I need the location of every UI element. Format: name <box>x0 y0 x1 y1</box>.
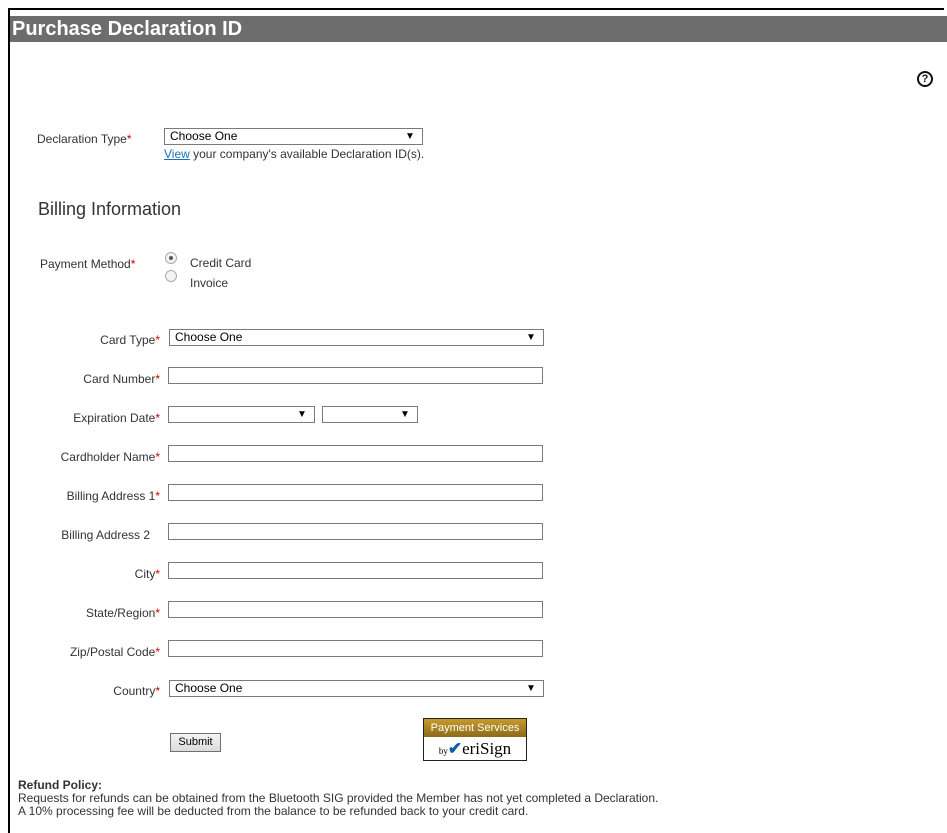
expiration-year-select[interactable]: ▼ <box>322 406 418 423</box>
declaration-type-select[interactable]: Choose One ▼ <box>164 128 423 145</box>
country-select[interactable]: Choose One ▼ <box>169 680 544 697</box>
card-number-label: Card Number* <box>83 372 160 386</box>
expiration-month-select[interactable]: ▼ <box>168 406 315 423</box>
billing-address-2-input[interactable] <box>168 523 543 540</box>
checkmark-icon: ✔ <box>447 739 463 758</box>
invoice-radio[interactable] <box>165 270 177 282</box>
billing-address-2-label: Billing Address 2 <box>61 528 150 542</box>
expiration-date-label: Expiration Date* <box>73 411 160 425</box>
page-title: Purchase Declaration ID <box>10 16 947 42</box>
submit-button[interactable]: Submit <box>170 733 221 752</box>
zip-postal-code-input[interactable] <box>168 640 543 657</box>
chevron-down-icon: ▼ <box>526 332 536 343</box>
card-type-select[interactable]: Choose One ▼ <box>169 329 544 346</box>
refund-policy: Refund Policy: Requests for refunds can … <box>18 779 658 818</box>
view-link[interactable]: View <box>164 147 190 161</box>
declaration-type-label: Declaration Type* <box>37 132 132 146</box>
city-label: City* <box>134 567 160 581</box>
billing-address-1-input[interactable] <box>168 484 543 501</box>
cardholder-name-input[interactable] <box>168 445 543 462</box>
view-declarations-text: View your company's available Declaratio… <box>164 147 425 161</box>
credit-card-label: Credit Card <box>190 256 252 270</box>
city-input[interactable] <box>168 562 543 579</box>
zip-postal-code-label: Zip/Postal Code* <box>69 645 160 659</box>
invoice-label: Invoice <box>190 276 229 290</box>
refund-policy-line: A 10% processing fee will be deducted fr… <box>18 804 529 818</box>
state-region-label: State/Region* <box>85 606 160 620</box>
chevron-down-icon: ▼ <box>400 409 410 420</box>
state-region-input[interactable] <box>168 601 543 618</box>
help-circle-icon[interactable]: ? <box>917 71 933 87</box>
country-label: Country* <box>113 684 160 698</box>
card-type-label: Card Type* <box>100 333 160 347</box>
chevron-down-icon: ▼ <box>405 131 415 142</box>
verisign-payment-services-logo[interactable]: Payment Services by✔eriSign <box>423 718 527 761</box>
billing-address-1-label: Billing Address 1* <box>66 489 160 503</box>
chevron-down-icon: ▼ <box>297 409 307 420</box>
chevron-down-icon: ▼ <box>526 683 536 694</box>
credit-card-radio[interactable] <box>165 252 177 264</box>
card-number-input[interactable] <box>168 367 543 384</box>
billing-section-title: Billing Information <box>38 199 182 219</box>
cardholder-name-label: Cardholder Name* <box>60 450 160 464</box>
payment-method-label: Payment Method* <box>40 257 136 271</box>
